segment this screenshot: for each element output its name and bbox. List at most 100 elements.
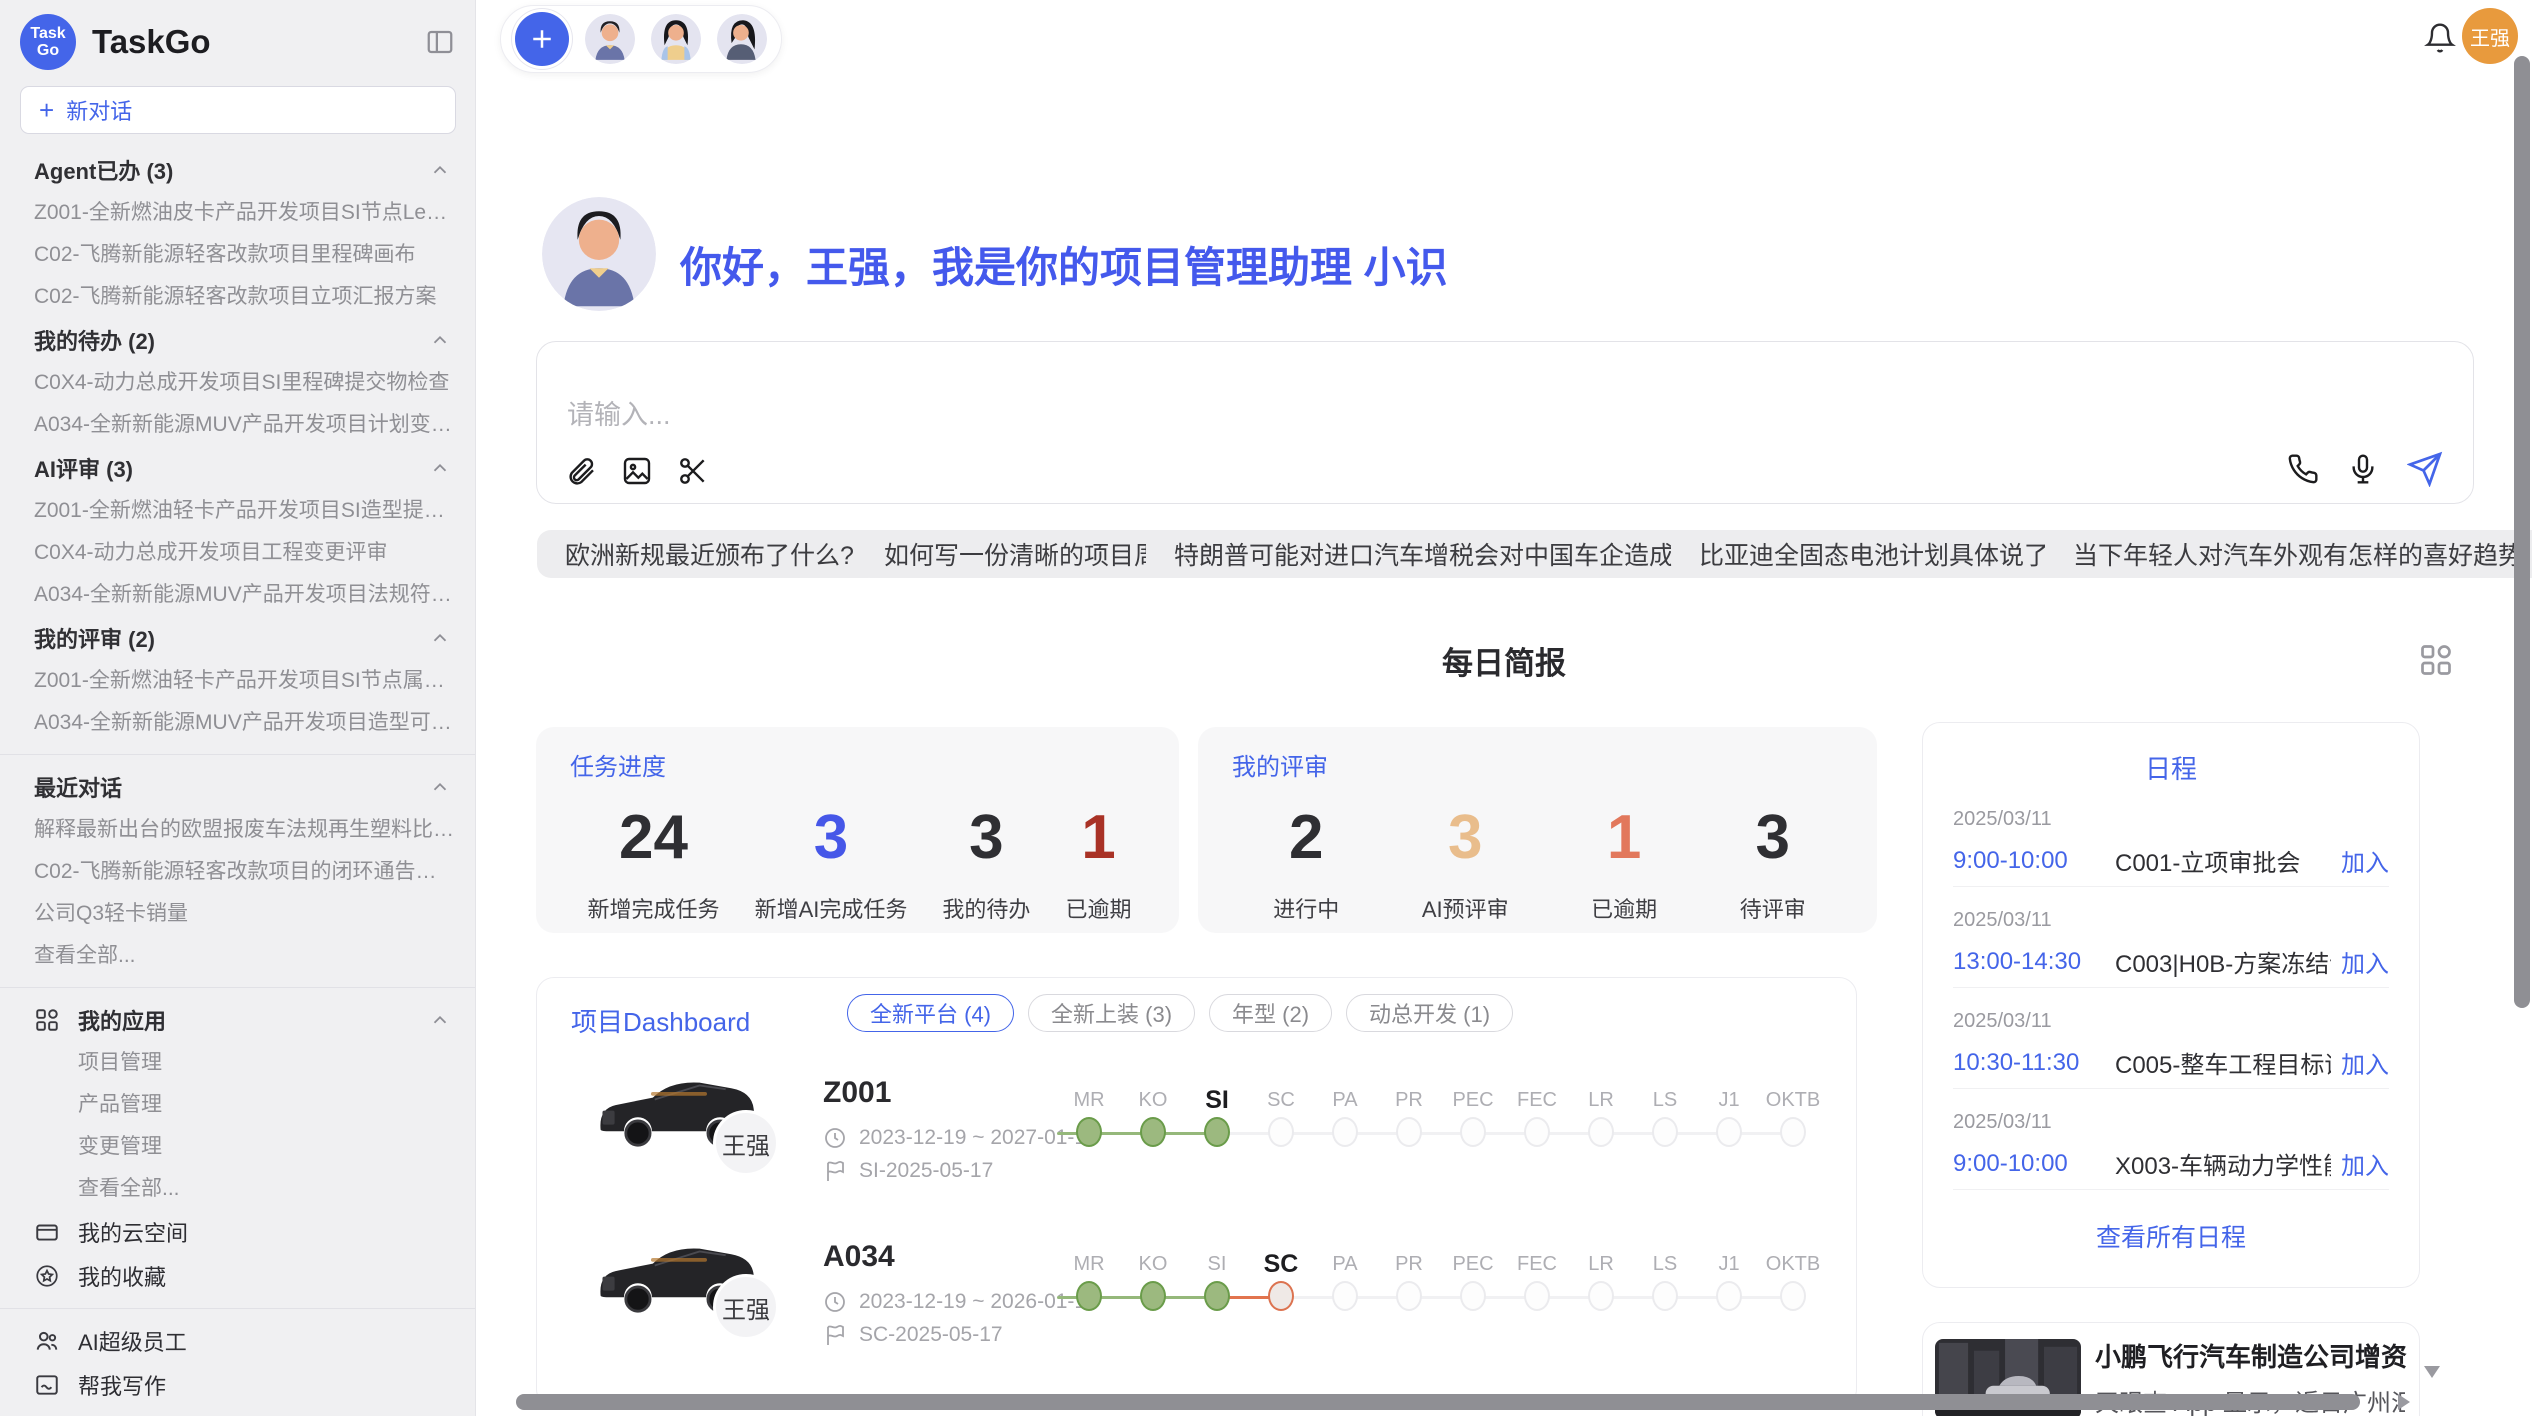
list-item[interactable]: C02-飞腾新能源轻客改款项目的闭环通告反馈情况 bbox=[0, 851, 475, 893]
stat-pending-review: 3 待评审 bbox=[1740, 806, 1806, 924]
filter-new-body[interactable]: 全新上装 (3) bbox=[1028, 994, 1195, 1032]
project-code[interactable]: A034 bbox=[823, 1240, 895, 1274]
vertical-scrollbar[interactable] bbox=[2514, 56, 2530, 1008]
sidebar-item-ai-staff[interactable]: AI超级员工 bbox=[0, 1319, 475, 1363]
bell-icon[interactable] bbox=[2424, 22, 2456, 54]
owner-name: 王强 bbox=[722, 1290, 770, 1325]
section-ai-review[interactable]: AI评审 (3) bbox=[0, 446, 475, 490]
milestone-label: LS bbox=[1653, 1250, 1677, 1278]
list-item[interactable]: Z001-全新燃油皮卡产品开发项目SI节点Lesson Learn报告 bbox=[0, 192, 475, 234]
scroll-right-arrow-icon[interactable] bbox=[2398, 1394, 2410, 1410]
list-item[interactable]: A034-全新新能源MUV产品开发项目法规符合性评审 bbox=[0, 574, 475, 616]
filter-new-platform[interactable]: 全新平台 (4) bbox=[847, 994, 1014, 1032]
milestone-label: PR bbox=[1395, 1086, 1423, 1114]
join-link[interactable]: 加入 bbox=[2331, 843, 2389, 878]
stat-value: 1 bbox=[1065, 806, 1131, 870]
layout-grid-icon[interactable] bbox=[2418, 642, 2454, 678]
app-item-product[interactable]: 产品管理 bbox=[0, 1084, 475, 1126]
view-all-schedule-link[interactable]: 查看所有日程 bbox=[1953, 1218, 2389, 1254]
project-dashboard-card: 项目Dashboard 全新平台 (4) 全新上装 (3) 年型 (2) 动总开… bbox=[536, 977, 1857, 1407]
scissors-icon[interactable] bbox=[677, 455, 709, 487]
milestone-dot bbox=[1076, 1117, 1102, 1147]
milestone-dot bbox=[1588, 1281, 1614, 1311]
chevron-up-icon[interactable] bbox=[429, 457, 451, 479]
sidebar-item-cloud-space[interactable]: 我的云空间 bbox=[0, 1210, 475, 1254]
list-item[interactable]: C0X4-动力总成开发项目SI里程碑提交物检查 bbox=[0, 362, 475, 404]
list-item[interactable]: A034-全新新能源MUV产品开发项目造型可行性评审 bbox=[0, 702, 475, 744]
list-item[interactable]: 解释最新出台的欧盟报废车法规再生塑料比例被调至15%... bbox=[0, 809, 475, 851]
join-link[interactable]: 加入 bbox=[2331, 1045, 2389, 1080]
add-button[interactable] bbox=[515, 12, 569, 66]
flag-icon bbox=[823, 1159, 847, 1183]
sidebar-item-favorites[interactable]: 我的收藏 bbox=[0, 1254, 475, 1298]
box-icon bbox=[34, 1219, 60, 1245]
stat-label: 已逾期 bbox=[1065, 892, 1131, 924]
horizontal-scrollbar[interactable] bbox=[516, 1394, 2360, 1410]
section-title: 我的应用 bbox=[78, 1004, 166, 1036]
section-title: 我的待办 (2) bbox=[34, 324, 155, 356]
milestone-timeline: MR KO SI SC PA PR PEC FEC LR LS J1 OKTB bbox=[1057, 1086, 1825, 1176]
list-item[interactable]: C02-飞腾新能源轻客改款项目立项汇报方案 bbox=[0, 276, 475, 318]
list-item[interactable]: Z001-全新燃油轻卡产品开发项目SI造型提交物评审 bbox=[0, 490, 475, 532]
new-chat-label: 新对话 bbox=[66, 94, 132, 126]
list-item[interactable]: C02-飞腾新能源轻客改款项目里程碑画布 bbox=[0, 234, 475, 276]
user-avatar[interactable]: 王强 bbox=[2462, 8, 2518, 64]
suggestion-chip[interactable]: 当下年轻人对汽车外观有怎样的喜好趋势 bbox=[2045, 530, 2532, 578]
milestone-label: FEC bbox=[1517, 1086, 1557, 1114]
image-icon[interactable] bbox=[621, 455, 653, 487]
plus-icon: + bbox=[39, 95, 54, 126]
avatar[interactable] bbox=[717, 14, 767, 64]
mic-icon[interactable] bbox=[2347, 453, 2379, 485]
section-recent-chats[interactable]: 最近对话 bbox=[0, 765, 475, 809]
milestone-label-current: SC bbox=[1264, 1250, 1299, 1278]
milestone-label: MR bbox=[1073, 1250, 1104, 1278]
app-item-change[interactable]: 变更管理 bbox=[0, 1126, 475, 1168]
app-root: Task Go TaskGo + 新对话 Agent已办 (3) Z001-全新… bbox=[0, 0, 2532, 1416]
new-chat-button[interactable]: + 新对话 bbox=[20, 86, 456, 134]
view-all-apps[interactable]: 查看全部... bbox=[0, 1168, 475, 1210]
list-item[interactable]: C0X4-动力总成开发项目工程变更评审 bbox=[0, 532, 475, 574]
list-item[interactable]: Z001-全新燃油轻卡产品开发项目SI节点属性5D文件评审 bbox=[0, 660, 475, 702]
suggestion-chip[interactable]: 欧洲新规最近颁布了什么? bbox=[537, 530, 882, 578]
chevron-up-icon[interactable] bbox=[429, 159, 451, 181]
section-my-todo[interactable]: 我的待办 (2) bbox=[0, 318, 475, 362]
schedule-item: 2025/03/11 13:00-14:30 C003|H0B-方案冻结评审 加… bbox=[1953, 887, 2389, 988]
user-name: 王强 bbox=[2470, 22, 2510, 51]
sidebar-item-writing[interactable]: 帮我写作 bbox=[0, 1363, 475, 1407]
schedule-time: 10:30-11:30 bbox=[1953, 1049, 2103, 1077]
stat-overdue: 1 已逾期 bbox=[1591, 806, 1657, 924]
chevron-up-icon[interactable] bbox=[429, 627, 451, 649]
chevron-up-icon[interactable] bbox=[429, 1009, 451, 1031]
section-agent-done[interactable]: Agent已办 (3) bbox=[0, 148, 475, 192]
section-my-apps[interactable]: 我的应用 bbox=[0, 998, 475, 1042]
avatar[interactable] bbox=[585, 14, 635, 64]
scroll-down-arrow-icon[interactable] bbox=[2424, 1366, 2440, 1378]
attachment-icon[interactable] bbox=[565, 455, 597, 487]
filter-powertrain[interactable]: 动总开发 (1) bbox=[1346, 994, 1513, 1032]
schedule-date: 2025/03/11 bbox=[1953, 909, 2389, 932]
sidebar-item-drawing[interactable]: 创意制图 bbox=[0, 1407, 475, 1416]
milestone-dot bbox=[1332, 1117, 1358, 1147]
milestone-label: PA bbox=[1332, 1250, 1357, 1278]
send-icon[interactable] bbox=[2407, 451, 2443, 487]
avatar[interactable] bbox=[651, 14, 701, 64]
chat-input[interactable] bbox=[567, 390, 2067, 440]
stat-value: 24 bbox=[588, 806, 720, 870]
list-item[interactable]: A034-全新新能源MUV产品开发项目计划变更表编写 bbox=[0, 404, 475, 446]
stat-label: 新增AI完成任务 bbox=[755, 892, 908, 924]
filter-year-model[interactable]: 年型 (2) bbox=[1209, 994, 1332, 1032]
phone-icon[interactable] bbox=[2287, 453, 2319, 485]
stat-label: 待评审 bbox=[1740, 892, 1806, 924]
clock-icon bbox=[823, 1126, 847, 1150]
chevron-up-icon[interactable] bbox=[429, 776, 451, 798]
list-item[interactable]: 公司Q3轻卡销量 bbox=[0, 893, 475, 935]
sidebar-collapse-icon[interactable] bbox=[425, 27, 455, 57]
project-code[interactable]: Z001 bbox=[823, 1076, 891, 1110]
app-item-project[interactable]: 项目管理 bbox=[0, 1042, 475, 1084]
section-my-review[interactable]: 我的评审 (2) bbox=[0, 616, 475, 660]
view-all-recent[interactable]: 查看全部... bbox=[0, 935, 475, 977]
join-link[interactable]: 加入 bbox=[2331, 1146, 2389, 1181]
chevron-up-icon[interactable] bbox=[429, 329, 451, 351]
milestone-label: J1 bbox=[1718, 1086, 1739, 1114]
join-link[interactable]: 加入 bbox=[2331, 944, 2389, 979]
